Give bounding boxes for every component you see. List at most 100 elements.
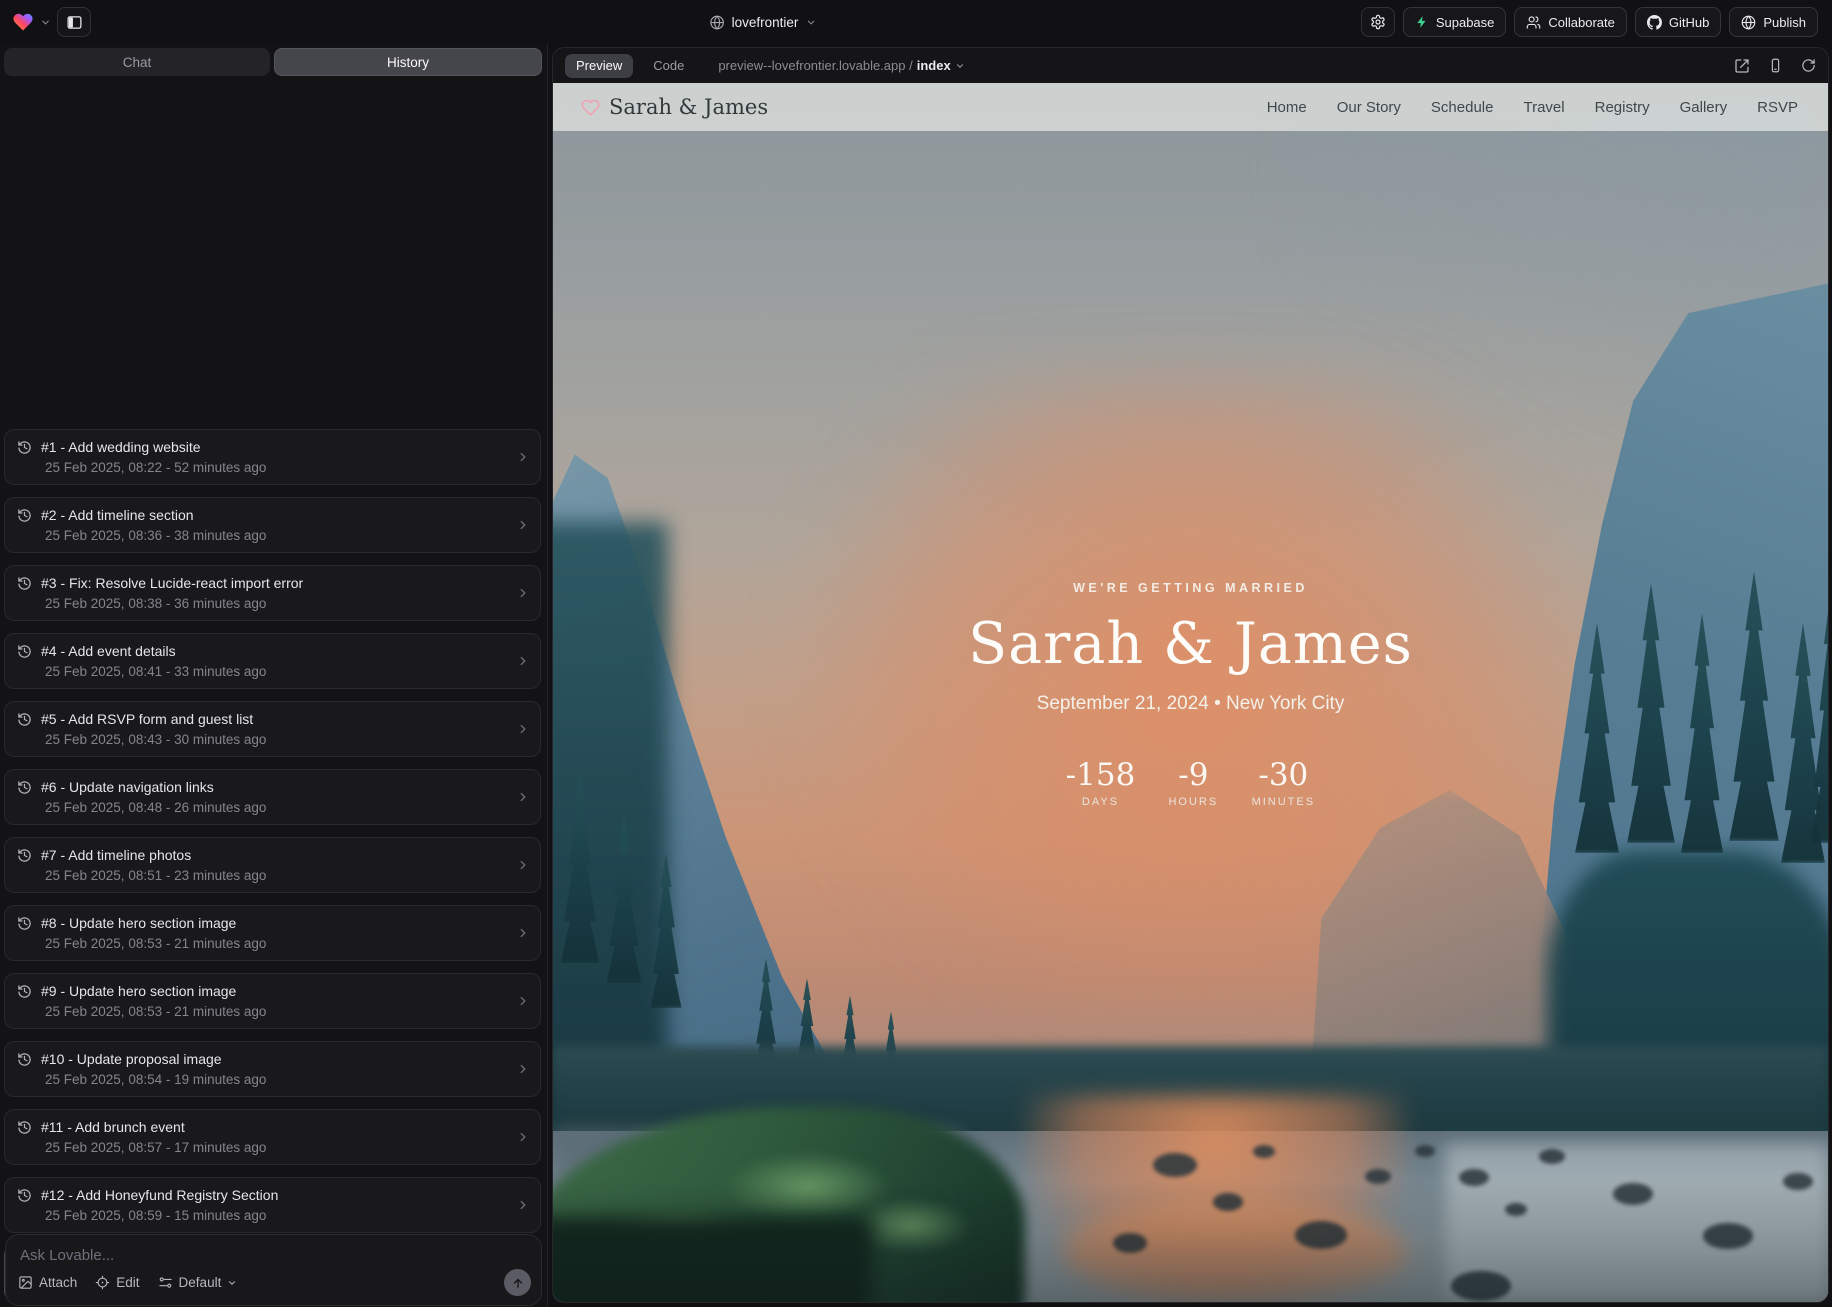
countdown-label: DAYS	[1066, 796, 1136, 808]
open-external-button[interactable]	[1734, 58, 1750, 74]
history-icon	[17, 1052, 32, 1067]
prompt-input[interactable]: Ask Lovable...	[6, 1235, 541, 1264]
chevron-right-icon	[516, 1062, 530, 1076]
nav-our-story[interactable]: Our Story	[1337, 99, 1401, 116]
history-icon	[17, 848, 32, 863]
github-button[interactable]: GitHub	[1635, 7, 1721, 37]
tab-chat[interactable]: Chat	[4, 48, 270, 76]
history-item-11[interactable]: #11 - Add brunch event 25 Feb 2025, 08:5…	[4, 1109, 541, 1165]
tab-code[interactable]: Code	[647, 57, 690, 74]
edit-button[interactable]: Edit	[95, 1275, 139, 1290]
history-item-12[interactable]: #12 - Add Honeyfund Registry Section 25 …	[4, 1177, 541, 1233]
mode-label: Default	[179, 1275, 222, 1290]
chevron-right-icon	[516, 790, 530, 804]
hero-subtitle: September 21, 2024 • New York City	[553, 693, 1828, 715]
history-icon	[17, 576, 32, 591]
history-icon	[17, 780, 32, 795]
attach-button[interactable]: Attach	[18, 1275, 77, 1290]
history-meta: 25 Feb 2025, 08:36 - 38 minutes ago	[5, 523, 540, 543]
hero-title: Sarah & James	[553, 611, 1828, 677]
globe-icon	[710, 15, 725, 30]
supabase-button[interactable]: Supabase	[1403, 7, 1507, 37]
gear-icon	[1370, 14, 1386, 30]
countdown: -158 DAYS -9 HOURS -30 MINUTES	[553, 757, 1828, 808]
refresh-button[interactable]	[1801, 58, 1816, 73]
history-item-4[interactable]: #4 - Add event details 25 Feb 2025, 08:4…	[4, 633, 541, 689]
site-nav: Home Our Story Schedule Travel Registry …	[1267, 99, 1828, 116]
history-meta: 25 Feb 2025, 08:53 - 21 minutes ago	[5, 999, 540, 1019]
mode-select-button[interactable]: Default	[158, 1275, 238, 1290]
history-item-7[interactable]: #7 - Add timeline photos 25 Feb 2025, 08…	[4, 837, 541, 893]
chevron-right-icon	[516, 1130, 530, 1144]
river-rock	[1153, 1153, 1197, 1177]
smartphone-icon	[1768, 58, 1783, 73]
history-title: #11 - Add brunch event	[41, 1119, 185, 1135]
url-chevron-down-icon	[955, 61, 965, 71]
preview-url[interactable]: preview--lovefrontier.lovable.app / inde…	[718, 58, 964, 73]
chevron-right-icon	[516, 1198, 530, 1212]
nav-travel[interactable]: Travel	[1523, 99, 1564, 116]
lovable-app: lovefrontier Supabase Collabor	[0, 0, 1832, 1307]
history-title: #4 - Add event details	[41, 643, 176, 659]
nav-home[interactable]: Home	[1267, 99, 1307, 116]
history-meta: 25 Feb 2025, 08:38 - 36 minutes ago	[5, 591, 540, 611]
chevron-right-icon	[516, 994, 530, 1008]
url-prefix: preview--lovefrontier.lovable.app /	[718, 58, 912, 73]
history-icon	[17, 712, 32, 727]
countdown-days: -158 DAYS	[1066, 757, 1136, 808]
collaborate-label: Collaborate	[1548, 15, 1615, 30]
logo-chevron-down-icon[interactable]	[40, 17, 51, 28]
nav-rsvp[interactable]: RSVP	[1757, 99, 1798, 116]
history-icon	[17, 1188, 32, 1203]
lovable-logo-icon[interactable]	[12, 11, 34, 33]
history-item-9[interactable]: #9 - Update hero section image 25 Feb 20…	[4, 973, 541, 1029]
publish-label: Publish	[1763, 15, 1806, 30]
history-meta: 25 Feb 2025, 08:53 - 21 minutes ago	[5, 931, 540, 951]
history-item-2[interactable]: #2 - Add timeline section 25 Feb 2025, 0…	[4, 497, 541, 553]
collaborate-button[interactable]: Collaborate	[1514, 7, 1627, 37]
sidebar-toggle-button[interactable]	[57, 7, 91, 37]
chevron-right-icon	[516, 722, 530, 736]
history-title: #12 - Add Honeyfund Registry Section	[41, 1187, 278, 1203]
publish-button[interactable]: Publish	[1729, 7, 1818, 37]
history-item-3[interactable]: #3 - Fix: Resolve Lucide-react import er…	[4, 565, 541, 621]
settings-button[interactable]	[1361, 7, 1395, 37]
history-title: #3 - Fix: Resolve Lucide-react import er…	[41, 575, 303, 591]
countdown-value: -9	[1161, 757, 1225, 793]
chevron-right-icon	[516, 926, 530, 940]
site-brand[interactable]: Sarah & James	[553, 95, 768, 119]
tab-preview[interactable]: Preview	[565, 54, 633, 78]
history-title: #6 - Update navigation links	[41, 779, 214, 795]
countdown-label: HOURS	[1161, 796, 1225, 808]
history-item-5[interactable]: #5 - Add RSVP form and guest list 25 Feb…	[4, 701, 541, 757]
hero-eyebrow: WE'RE GETTING MARRIED	[553, 581, 1828, 595]
history-item-10[interactable]: #10 - Update proposal image 25 Feb 2025,…	[4, 1041, 541, 1097]
river-rock	[1539, 1149, 1565, 1164]
history-item-6[interactable]: #6 - Update navigation links 25 Feb 2025…	[4, 769, 541, 825]
scene-vignette	[553, 1180, 1828, 1302]
tab-history[interactable]: History	[274, 48, 542, 76]
nav-schedule[interactable]: Schedule	[1431, 99, 1494, 116]
topbar: lovefrontier Supabase Collabor	[0, 0, 1832, 44]
history-item-8[interactable]: #8 - Update hero section image 25 Feb 20…	[4, 905, 541, 961]
mobile-view-button[interactable]	[1768, 58, 1783, 73]
external-link-icon	[1734, 58, 1750, 74]
river-rock	[1415, 1145, 1435, 1157]
history-icon	[17, 984, 32, 999]
history-list: #1 - Add wedding website 25 Feb 2025, 08…	[4, 429, 541, 1307]
nav-registry[interactable]: Registry	[1595, 99, 1650, 116]
history-meta: 25 Feb 2025, 08:41 - 33 minutes ago	[5, 659, 540, 679]
send-button[interactable]	[504, 1269, 531, 1296]
history-meta: 25 Feb 2025, 08:51 - 23 minutes ago	[5, 863, 540, 883]
nav-gallery[interactable]: Gallery	[1680, 99, 1728, 116]
history-icon	[17, 1120, 32, 1135]
project-name: lovefrontier	[732, 15, 799, 30]
project-switcher[interactable]: lovefrontier	[710, 0, 817, 44]
edit-label: Edit	[116, 1275, 139, 1290]
chevron-down-icon	[227, 1278, 237, 1288]
history-title: #1 - Add wedding website	[41, 439, 201, 455]
history-meta: 25 Feb 2025, 08:48 - 26 minutes ago	[5, 795, 540, 815]
github-icon	[1647, 15, 1662, 30]
history-title: #10 - Update proposal image	[41, 1051, 222, 1067]
history-item-1[interactable]: #1 - Add wedding website 25 Feb 2025, 08…	[4, 429, 541, 485]
